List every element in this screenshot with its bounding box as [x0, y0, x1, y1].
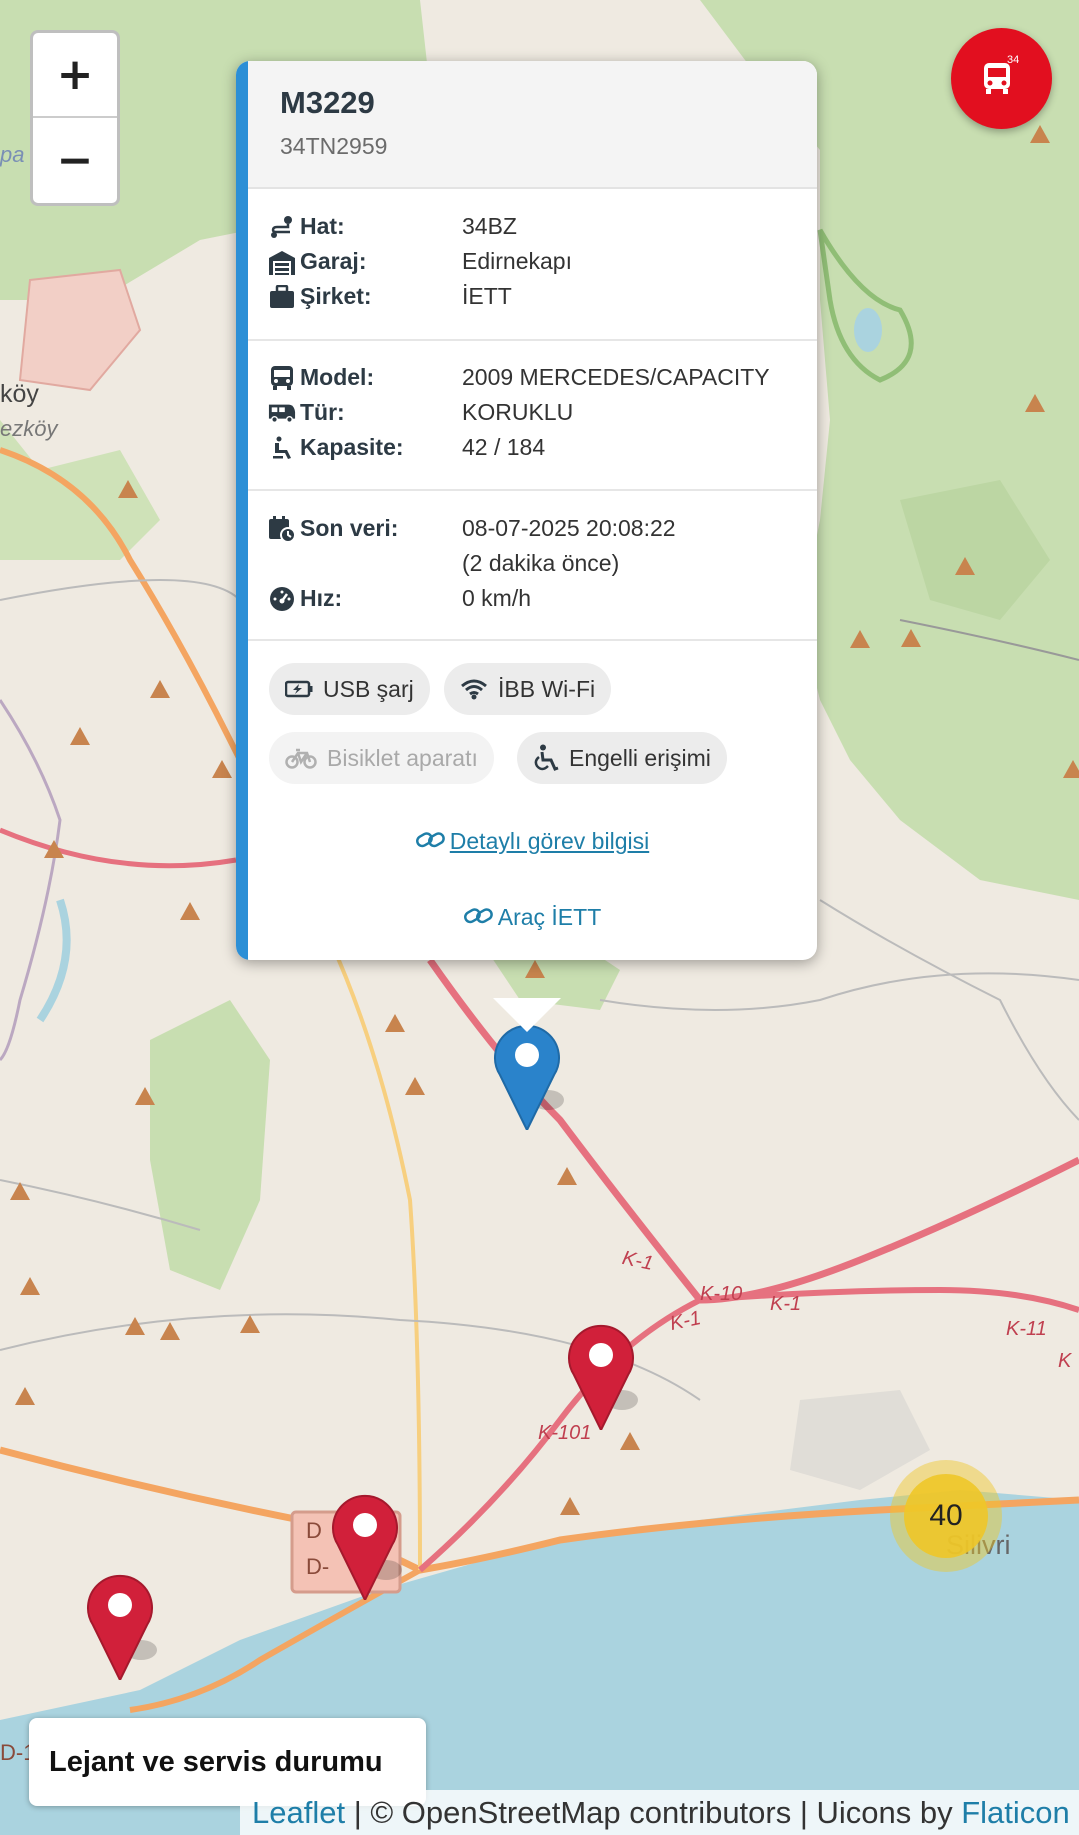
task-detail-link[interactable]: Detaylı görev bilgisi [248, 828, 817, 857]
link-icon [415, 829, 446, 857]
info-value: 34BZ [462, 213, 517, 239]
calendar-clock-icon [268, 515, 296, 543]
info-value-relative: (2 dakika önce) [462, 550, 620, 576]
battery-charge-icon [285, 680, 313, 698]
info-row-garage: Garaj: Edirnekapı [268, 244, 817, 279]
road-label: K-11 [1006, 1318, 1047, 1340]
feature-label: USB şarj [323, 675, 414, 702]
info-value: 42 / 184 [462, 434, 546, 460]
info-label: Garaj: [300, 248, 367, 274]
info-value: Edirnekapı [462, 248, 572, 274]
place-label: köy [0, 380, 39, 408]
vehicle-popup: M3229 34TN2959 Hat: 34BZ Garaj: Edirneka… [236, 61, 817, 960]
road-label: K [1058, 1350, 1072, 1372]
bus-icon [268, 364, 296, 392]
place-label: pa [0, 142, 25, 167]
fab-badge: 34 [1007, 54, 1020, 66]
info-row-last-data: Son veri: 08-07-2025 20:08:22 [268, 511, 817, 546]
feature-label: Bisiklet aparatı [327, 744, 478, 771]
flaticon-link[interactable]: Flaticon [961, 1795, 1070, 1830]
garage-icon [268, 248, 296, 276]
info-row-relative: (2 dakika önce) [268, 546, 817, 581]
info-label: Hız: [300, 585, 343, 611]
vehicle-marker[interactable] [328, 1490, 408, 1600]
wifi-icon [460, 678, 488, 700]
info-value: 0 km/h [462, 585, 532, 611]
link-icon [463, 905, 494, 933]
van-icon [268, 399, 296, 427]
popup-section-vehicle: Model: 2009 MERCEDES/CAPACITY Tür: KORUK… [248, 341, 817, 491]
info-row-model: Model: 2009 MERCEDES/CAPACITY [268, 360, 817, 395]
info-row-line: Hat: 34BZ [268, 209, 817, 244]
feature-label: İBB Wi-Fi [498, 675, 596, 702]
cluster-count: 40 [904, 1474, 988, 1558]
vehicle-id: M3229 [280, 85, 375, 120]
info-row-capacity: Kapasite: 42 / 184 [268, 430, 817, 465]
briefcase-icon [268, 283, 296, 311]
road-label: D [306, 1518, 322, 1543]
info-value: KORUKLU [462, 399, 574, 425]
bicycle-icon [285, 747, 317, 769]
marker-cluster[interactable]: 40 [890, 1460, 1002, 1572]
info-label: Son veri: [300, 515, 399, 541]
vehicle-plate: 34TN2959 [280, 133, 388, 159]
info-label: Tür: [300, 399, 345, 425]
zoom-in-button[interactable]: + [33, 33, 117, 118]
leaflet-link[interactable]: Leaflet [252, 1795, 345, 1830]
popup-section-route: Hat: 34BZ Garaj: Edirnekapı Şirket: İETT [248, 189, 817, 341]
speedometer-icon [268, 585, 296, 613]
vehicle-marker-selected[interactable] [490, 1020, 570, 1130]
route-icon [268, 213, 296, 241]
info-label: Model: [300, 364, 375, 390]
popup-section-status: Son veri: 08-07-2025 20:08:22 (2 dakika … [248, 491, 817, 641]
popup-accent [236, 61, 248, 960]
info-label: Hat: [300, 213, 345, 239]
info-value: İETT [462, 283, 512, 309]
road-label: K-10 [700, 1283, 743, 1305]
info-row-company: Şirket: İETT [268, 279, 817, 314]
feature-chip-bicycle: Bisiklet aparatı [269, 732, 494, 784]
vehicle-marker[interactable] [83, 1570, 163, 1680]
info-value: 08-07-2025 20:08:22 [462, 515, 676, 541]
info-label: Şirket: [300, 283, 372, 309]
road-label: K-1 [770, 1293, 802, 1315]
feature-chip-wifi: İBB Wi-Fi [444, 663, 612, 715]
popup-tip [493, 998, 561, 1032]
popup-header: M3229 34TN2959 [248, 61, 817, 189]
bus-fab-button[interactable]: 34 [951, 28, 1052, 129]
vehicle-iett-link[interactable]: Araç İETT [248, 904, 817, 933]
seat-icon [268, 434, 296, 462]
zoom-out-button[interactable]: − [33, 118, 117, 203]
zoom-control: + − [30, 30, 120, 206]
wheelchair-icon [533, 744, 559, 772]
feature-label: Engelli erişimi [569, 744, 711, 771]
map-attribution: Leaflet | © OpenStreetMap contributors |… [240, 1790, 1079, 1835]
info-value: 2009 MERCEDES/CAPACITY [462, 364, 770, 390]
road-label: D- [306, 1554, 330, 1579]
info-row-speed: Hız: 0 km/h [268, 581, 817, 616]
info-row-type: Tür: KORUKLU [268, 395, 817, 430]
info-label: Kapasite: [300, 434, 404, 460]
vehicle-marker[interactable] [564, 1320, 644, 1430]
feature-chip-accessibility: Engelli erişimi [517, 732, 727, 784]
attribution-text: | © OpenStreetMap contributors | Uicons … [345, 1795, 962, 1830]
feature-chip-usb: USB şarj [269, 663, 430, 715]
place-label: ezköy [0, 416, 58, 441]
